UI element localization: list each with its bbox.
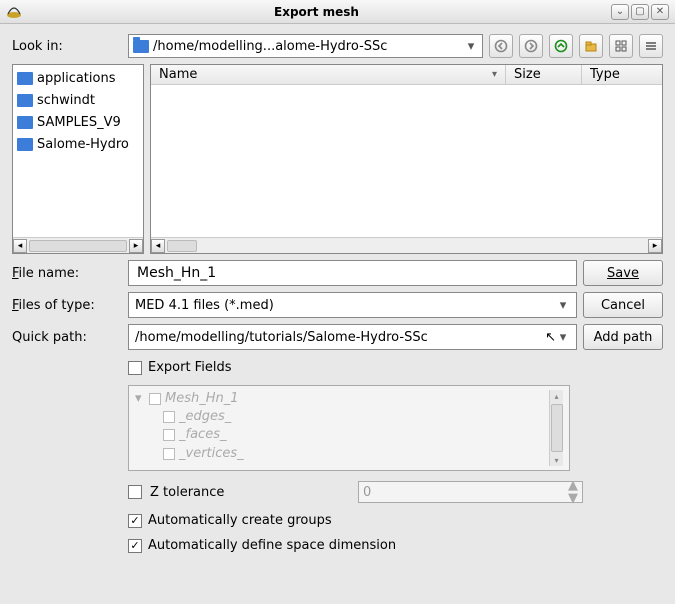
folder-icon bbox=[17, 94, 33, 107]
sidebar-item[interactable]: Salome-Hydro bbox=[13, 133, 143, 155]
ztol-label: Z tolerance bbox=[150, 485, 350, 500]
list-view-button[interactable] bbox=[609, 34, 633, 58]
column-type[interactable]: Type bbox=[582, 65, 662, 84]
sidebar-item-label: schwindt bbox=[37, 93, 95, 108]
back-button[interactable] bbox=[489, 34, 513, 58]
quickpath-label: Quick path: bbox=[12, 330, 122, 345]
file-list[interactable] bbox=[151, 85, 662, 237]
save-button[interactable]: Save bbox=[583, 260, 663, 286]
export-fields-label: Export Fields bbox=[148, 360, 231, 375]
sidebar-item-label: SAMPLES_V9 bbox=[37, 115, 121, 130]
fileview-scrollbar[interactable]: ◂ ▸ bbox=[151, 237, 662, 253]
sidebar-item-label: Salome-Hydro bbox=[37, 137, 129, 152]
lookin-label: Look in: bbox=[12, 39, 122, 54]
lookin-path: /home/modelling...alome-Hydro-SSc bbox=[153, 39, 460, 54]
scroll-thumb[interactable] bbox=[29, 240, 127, 252]
scroll-down-icon: ▾ bbox=[554, 454, 558, 466]
auto-dim-checkbox[interactable] bbox=[128, 539, 142, 553]
file-header: Name▾ Size Type bbox=[151, 65, 662, 85]
sidebar: applications schwindt SAMPLES_V9 Salome-… bbox=[12, 64, 144, 254]
addpath-button[interactable]: Add path bbox=[583, 324, 663, 350]
minimize-button[interactable]: ⌄ bbox=[611, 4, 629, 20]
lookin-combo[interactable]: /home/modelling...alome-Hydro-SSc ▾ bbox=[128, 34, 483, 58]
tree-item-label: _edges_ bbox=[179, 408, 231, 426]
chevron-down-icon: ▾ bbox=[464, 39, 478, 54]
sidebar-scrollbar[interactable]: ◂ ▸ bbox=[13, 237, 143, 253]
column-name[interactable]: Name▾ bbox=[151, 65, 506, 84]
sidebar-item[interactable]: applications bbox=[13, 67, 143, 89]
new-folder-button[interactable] bbox=[579, 34, 603, 58]
scroll-thumb bbox=[551, 404, 563, 452]
tree-item-label: _faces_ bbox=[179, 426, 226, 444]
tree-item-label: _vertices_ bbox=[179, 445, 244, 463]
ztol-checkbox[interactable] bbox=[128, 485, 142, 499]
auto-groups-label: Automatically create groups bbox=[148, 513, 332, 528]
filetype-label: Files of type: bbox=[12, 298, 122, 313]
scroll-up-icon: ▴ bbox=[554, 390, 558, 402]
filename-input[interactable] bbox=[128, 260, 577, 286]
window-title: Export mesh bbox=[28, 5, 605, 19]
tree-checkbox bbox=[163, 411, 175, 423]
maximize-button[interactable]: ▢ bbox=[631, 4, 649, 20]
cancel-button[interactable]: Cancel bbox=[583, 292, 663, 318]
export-fields-checkbox[interactable] bbox=[128, 361, 142, 375]
up-button[interactable] bbox=[549, 34, 573, 58]
file-view: Name▾ Size Type ◂ ▸ bbox=[150, 64, 663, 254]
scroll-thumb[interactable] bbox=[167, 240, 197, 252]
folder-icon bbox=[17, 138, 33, 151]
chevron-down-icon: ▾ bbox=[556, 330, 570, 345]
sort-indicator-icon: ▾ bbox=[492, 69, 497, 80]
sidebar-item-label: applications bbox=[37, 71, 115, 86]
folder-icon bbox=[17, 72, 33, 85]
forward-button[interactable] bbox=[519, 34, 543, 58]
scroll-right-icon[interactable]: ▸ bbox=[129, 239, 143, 253]
column-size[interactable]: Size bbox=[506, 65, 582, 84]
auto-dim-label: Automatically define space dimension bbox=[148, 538, 396, 553]
quickpath-combo[interactable]: /home/modelling/tutorials/Salome-Hydro-S… bbox=[128, 324, 577, 350]
auto-groups-checkbox[interactable] bbox=[128, 514, 142, 528]
chevron-down-icon: ▾ bbox=[556, 298, 570, 313]
tree-checkbox bbox=[163, 429, 175, 441]
tree-checkbox bbox=[149, 393, 161, 405]
folder-icon bbox=[133, 40, 149, 53]
cursor-arrow-icon: ↖ bbox=[545, 330, 556, 345]
tree-checkbox bbox=[163, 448, 175, 460]
filetype-combo[interactable]: MED 4.1 files (*.med)▾ bbox=[128, 292, 577, 318]
app-icon bbox=[6, 4, 22, 20]
filename-label: File name: bbox=[12, 266, 122, 281]
stepper-arrows-icon: ▲▼ bbox=[568, 479, 578, 505]
ztol-spinner: 0▲▼ bbox=[358, 481, 583, 503]
scroll-left-icon[interactable]: ◂ bbox=[151, 239, 165, 253]
tree-root-label: Mesh_Hn_1 bbox=[165, 390, 239, 408]
sidebar-item[interactable]: schwindt bbox=[13, 89, 143, 111]
scroll-left-icon[interactable]: ◂ bbox=[13, 239, 27, 253]
fields-tree: ▾ Mesh_Hn_1 _edges_ _faces_ _vertices_ ▴ … bbox=[128, 385, 570, 471]
titlebar: Export mesh ⌄ ▢ ✕ bbox=[0, 0, 675, 24]
scroll-right-icon[interactable]: ▸ bbox=[648, 239, 662, 253]
detail-view-button[interactable] bbox=[639, 34, 663, 58]
folder-icon bbox=[17, 116, 33, 129]
tree-scrollbar: ▴ ▾ bbox=[549, 390, 563, 466]
expand-icon: ▾ bbox=[135, 390, 145, 408]
sidebar-item[interactable]: SAMPLES_V9 bbox=[13, 111, 143, 133]
close-button[interactable]: ✕ bbox=[651, 4, 669, 20]
